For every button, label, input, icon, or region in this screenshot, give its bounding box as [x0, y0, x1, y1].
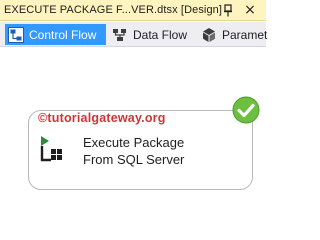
parameters-icon [203, 27, 215, 42]
tab-control-flow[interactable]: Control Flow [5, 24, 106, 45]
execute-package-task-icon [40, 136, 62, 162]
designer-tab-bar: Control Flow Data Flow Paramet [0, 22, 267, 47]
tab-data-flow[interactable]: Data Flow [112, 24, 187, 45]
document-tab-title: EXECUTE PACKAGE F...VER.dtsx [Design] [4, 4, 223, 16]
tab-control-flow-label: Control Flow [29, 27, 97, 42]
success-check-icon [232, 96, 260, 124]
control-flow-icon [8, 26, 24, 43]
data-flow-icon [113, 28, 126, 41]
pin-icon[interactable] [221, 4, 235, 17]
close-icon[interactable]: × [242, 2, 258, 18]
watermark: ©tutorialgateway.org [38, 111, 166, 125]
task-label: Execute Package From SQL Server [83, 135, 185, 167]
tab-parameters-label: Paramet [222, 27, 268, 42]
document-tab[interactable]: EXECUTE PACKAGE F...VER.dtsx [Design] × [0, 0, 266, 21]
tab-data-flow-label: Data Flow [133, 27, 188, 42]
tab-parameters[interactable]: Paramet [201, 24, 267, 45]
